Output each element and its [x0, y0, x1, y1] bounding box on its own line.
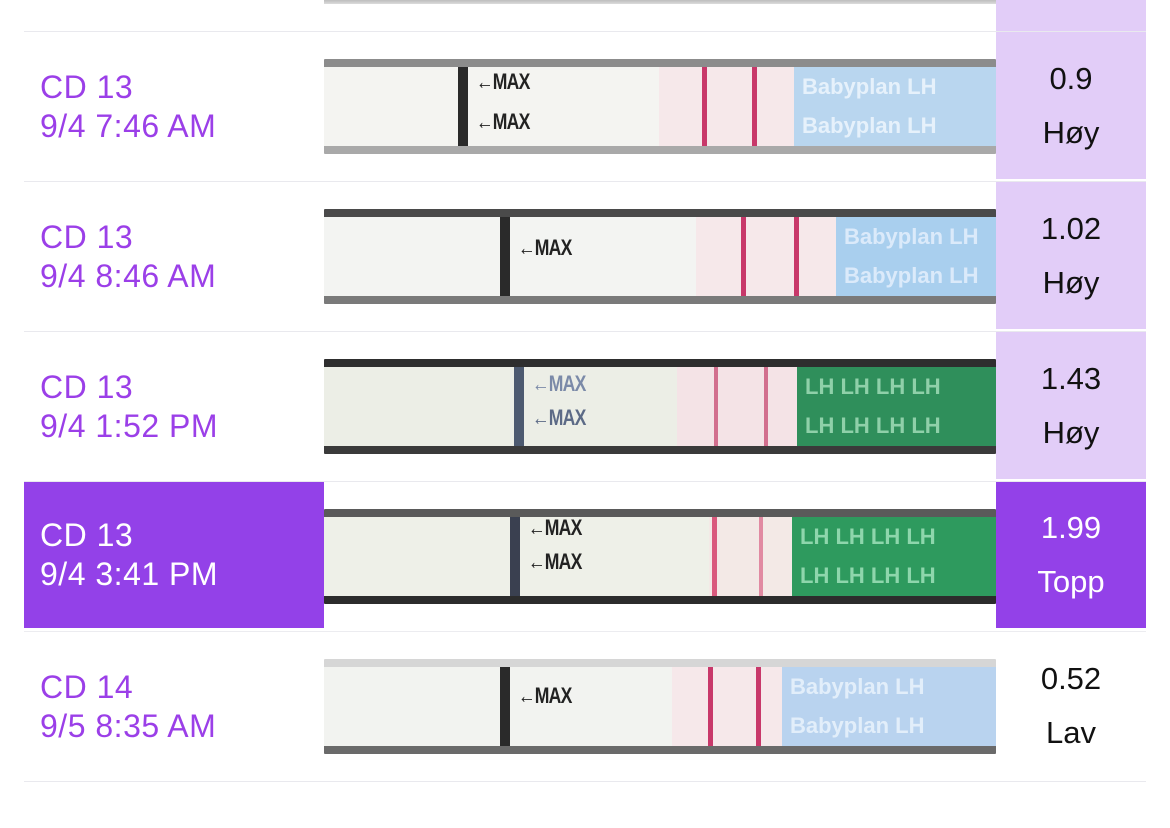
lh-level: Høy — [1042, 114, 1100, 150]
lh-value: 1.43 — [1040, 360, 1102, 396]
entry-datetime: 9/5 8:35 AM — [40, 707, 217, 744]
lh-value-cell: 0.9 Høy — [996, 32, 1146, 179]
test-strip-image: ←MAX ←MAX LH LH LH LH LH LH LH LH — [324, 359, 996, 454]
lh-value: 0.9 — [1049, 60, 1093, 96]
previous-row-partial — [24, 0, 1146, 32]
lh-value: 0.52 — [1040, 660, 1102, 696]
lh-value-cell: 1.43 Høy — [996, 332, 1146, 479]
entry-label: CD 14 9/5 8:35 AM — [24, 632, 324, 781]
lh-level: Høy — [1042, 414, 1100, 450]
cycle-day: CD 13 — [40, 368, 134, 405]
entry-datetime: 9/4 3:41 PM — [40, 556, 219, 592]
lh-value-cell: 1.02 Høy — [996, 182, 1146, 329]
test-strip-image: ←MAX ←MAX LH LH LH LH LH LH LH LH — [324, 509, 996, 604]
entry-label: CD 13 9/4 8:46 AM — [24, 182, 324, 331]
list-item[interactable]: CD 13 9/4 7:46 AM ←MAX ←MAX Babyplan LH B… — [24, 32, 1146, 182]
lh-value-cell: 0.52 Lav — [996, 632, 1146, 779]
cycle-day: CD 13 — [40, 68, 134, 105]
list-item-selected[interactable]: CD 13 9/4 3:41 PM ←MAX ←MAX LH LH LH LH L… — [24, 482, 1146, 632]
previous-strip-image — [324, 0, 996, 4]
test-results-list: CD 13 9/4 7:46 AM ←MAX ←MAX Babyplan LH B… — [24, 0, 1146, 782]
previous-value-cell — [996, 0, 1146, 31]
test-strip-image: ←MAX Babyplan LH Babyplan LH — [324, 659, 996, 754]
lh-level: Lav — [1046, 714, 1096, 750]
entry-datetime: 9/4 1:52 PM — [40, 407, 219, 444]
entry-label: CD 13 9/4 1:52 PM — [24, 332, 324, 481]
cycle-day: CD 13 — [40, 517, 134, 553]
lh-value: 1.02 — [1040, 210, 1102, 246]
list-item[interactable]: CD 13 9/4 1:52 PM ←MAX ←MAX LH LH LH LH L… — [24, 332, 1146, 482]
list-item[interactable]: CD 13 9/4 8:46 AM ←MAX Babyplan LH Babypl… — [24, 182, 1146, 332]
lh-level: Høy — [1042, 264, 1100, 300]
entry-label: CD 13 9/4 3:41 PM — [24, 482, 324, 628]
lh-level: Topp — [1037, 564, 1105, 599]
entry-datetime: 9/4 7:46 AM — [40, 107, 217, 144]
test-strip-image: ←MAX ←MAX Babyplan LH Babyplan LH — [324, 59, 996, 154]
entry-label: CD 13 9/4 7:46 AM — [24, 32, 324, 181]
lh-value-cell: 1.99 Topp — [996, 482, 1146, 628]
list-item[interactable]: CD 14 9/5 8:35 AM ←MAX Babyplan LH Babypl… — [24, 632, 1146, 782]
lh-value: 1.99 — [1040, 510, 1102, 545]
cycle-day: CD 14 — [40, 668, 134, 705]
cycle-day: CD 13 — [40, 218, 134, 255]
test-strip-image: ←MAX Babyplan LH Babyplan LH — [324, 209, 996, 304]
entry-datetime: 9/4 8:46 AM — [40, 257, 217, 294]
